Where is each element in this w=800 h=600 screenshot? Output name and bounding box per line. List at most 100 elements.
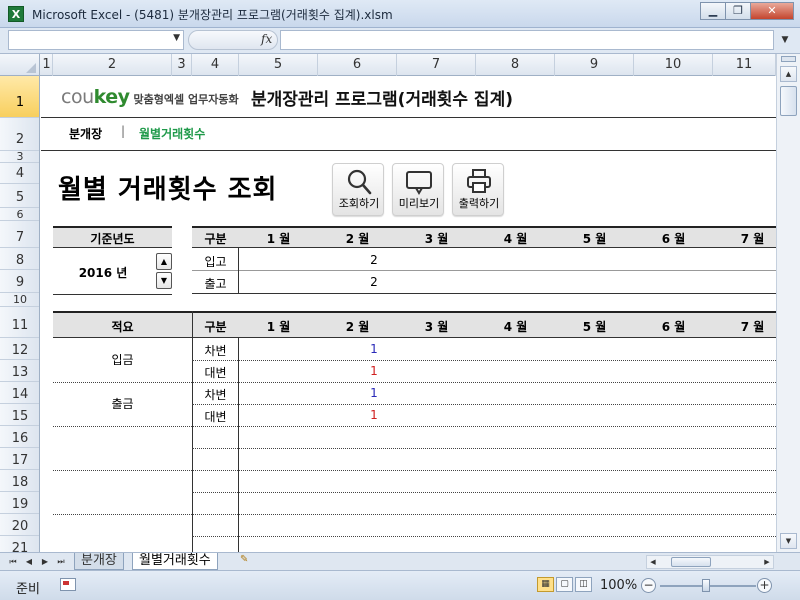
zoom-in-icon[interactable]: + bbox=[757, 578, 772, 593]
formula-buttons: fx bbox=[188, 30, 278, 50]
column-header[interactable]: 9 bbox=[555, 54, 634, 76]
row-header[interactable]: 1 bbox=[0, 76, 39, 118]
row-header[interactable]: 2 bbox=[0, 118, 39, 151]
scroll-thumb[interactable] bbox=[780, 86, 797, 116]
minimize-icon[interactable]: ▁ bbox=[700, 2, 726, 20]
zoom-level[interactable]: 100% bbox=[600, 578, 637, 593]
last-sheet-icon[interactable]: ⏭ bbox=[54, 555, 68, 569]
row-header[interactable]: 17 bbox=[0, 448, 39, 470]
formula-bar: ▼ fx ▼ bbox=[0, 28, 800, 54]
page-title: 월별 거래횟수 조회 bbox=[58, 175, 278, 205]
row-header[interactable]: 9 bbox=[0, 270, 39, 293]
next-sheet-icon[interactable]: ▶ bbox=[38, 555, 52, 569]
row-header[interactable]: 16 bbox=[0, 426, 39, 448]
divider bbox=[192, 448, 776, 449]
row-header[interactable]: 3 bbox=[0, 151, 39, 163]
row-header[interactable]: 19 bbox=[0, 492, 39, 514]
year-up-icon[interactable]: ▲ bbox=[156, 253, 172, 270]
expand-formula-bar-icon[interactable]: ▼ bbox=[778, 32, 792, 48]
page-layout-view-icon[interactable]: ▢ bbox=[556, 577, 573, 592]
row-header[interactable]: 5 bbox=[0, 184, 39, 208]
row-header[interactable]: 7 bbox=[0, 221, 39, 248]
row-header[interactable]: 20 bbox=[0, 514, 39, 536]
sheet-tab-journal[interactable]: 분개장 bbox=[74, 553, 124, 570]
month-header: 5 월 bbox=[582, 320, 607, 334]
column-header[interactable]: 3 bbox=[172, 54, 192, 76]
restore-icon[interactable]: ❐ bbox=[725, 2, 751, 20]
horizontal-scrollbar[interactable]: ◀ ▶ bbox=[646, 555, 774, 569]
column-header[interactable]: 4 bbox=[192, 54, 239, 76]
sheet-tab-bar: ⏮ ◀ ▶ ⏭ 분개장 월별거래횟수 ✎ ◀ ▶ bbox=[0, 552, 800, 570]
column-header[interactable]: 5 bbox=[239, 54, 318, 76]
table2-summary: 출금 bbox=[111, 397, 134, 411]
nav-journal-link[interactable]: 분개장 bbox=[69, 125, 102, 142]
row-header[interactable]: 10 bbox=[0, 293, 39, 307]
name-box[interactable]: ▼ bbox=[8, 30, 184, 50]
table2-cell[interactable]: 1 bbox=[318, 342, 430, 356]
divider bbox=[238, 248, 239, 293]
row-header[interactable]: 11 bbox=[0, 307, 39, 338]
normal-view-icon[interactable]: ▦ bbox=[537, 577, 554, 592]
column-header[interactable]: 8 bbox=[476, 54, 555, 76]
table2-cell[interactable]: 1 bbox=[318, 408, 430, 422]
table2-row-label: 차변 bbox=[204, 388, 227, 402]
formula-input[interactable] bbox=[280, 30, 774, 50]
scroll-left-icon[interactable]: ◀ bbox=[647, 556, 659, 568]
search-icon bbox=[333, 168, 385, 196]
row-header[interactable]: 6 bbox=[0, 208, 39, 221]
page-break-view-icon[interactable]: ◫ bbox=[575, 577, 592, 592]
row-header[interactable]: 18 bbox=[0, 470, 39, 492]
table2-col-label: 구분 bbox=[204, 320, 227, 334]
row-header[interactable]: 15 bbox=[0, 404, 39, 426]
table2-cell[interactable]: 1 bbox=[318, 386, 430, 400]
zoom-out-icon[interactable]: − bbox=[641, 578, 656, 593]
table1-cell[interactable]: 2 bbox=[318, 275, 430, 289]
table1-cell[interactable]: 2 bbox=[318, 253, 430, 267]
divider bbox=[53, 514, 776, 515]
close-icon[interactable]: ✕ bbox=[750, 2, 794, 20]
row-header[interactable]: 14 bbox=[0, 382, 39, 404]
scroll-down-icon[interactable]: ▼ bbox=[780, 533, 797, 549]
program-title: 분개장관리 프로그램(거래횟수 집계) bbox=[251, 90, 513, 110]
prev-sheet-icon[interactable]: ◀ bbox=[22, 555, 36, 569]
table2-summary: 입금 bbox=[111, 353, 134, 367]
horizontal-scroll-thumb[interactable] bbox=[671, 557, 711, 567]
preview-button[interactable]: 미리보기 bbox=[392, 163, 444, 216]
vertical-scrollbar[interactable]: ▲ ▼ bbox=[776, 54, 800, 552]
year-value[interactable]: 2016 년 bbox=[53, 264, 153, 281]
select-all-corner[interactable] bbox=[0, 54, 40, 76]
search-button[interactable]: 조회하기 bbox=[332, 163, 384, 216]
row-header[interactable]: 21 bbox=[0, 536, 39, 552]
column-header[interactable]: 6 bbox=[318, 54, 397, 76]
insert-function-icon[interactable]: fx bbox=[261, 32, 272, 46]
row-header[interactable]: 4 bbox=[0, 163, 39, 184]
year-down-icon[interactable]: ▼ bbox=[156, 272, 172, 289]
nav-monthly-count-link[interactable]: 월별거래횟수 bbox=[139, 125, 205, 142]
column-header[interactable]: 1 bbox=[41, 54, 53, 76]
sheet-tab-monthly[interactable]: 월별거래횟수 bbox=[132, 553, 218, 570]
logo-part2: key bbox=[93, 86, 130, 108]
split-handle[interactable] bbox=[781, 56, 796, 62]
month-header: 3 월 bbox=[424, 232, 449, 246]
print-button[interactable]: 출력하기 bbox=[452, 163, 504, 216]
column-header[interactable]: 11 bbox=[713, 54, 776, 76]
divider bbox=[53, 470, 776, 471]
column-header[interactable]: 10 bbox=[634, 54, 713, 76]
insert-sheet-icon[interactable]: ✎ bbox=[240, 554, 256, 568]
month-header: 6 월 bbox=[661, 320, 686, 334]
divider bbox=[41, 117, 776, 118]
row-header[interactable]: 13 bbox=[0, 360, 39, 382]
row-header[interactable]: 12 bbox=[0, 338, 39, 360]
column-header[interactable]: 2 bbox=[53, 54, 172, 76]
column-header[interactable]: 7 bbox=[397, 54, 476, 76]
excel-app-icon[interactable]: X bbox=[8, 6, 24, 22]
first-sheet-icon[interactable]: ⏮ bbox=[6, 555, 20, 569]
table2-cell[interactable]: 1 bbox=[318, 364, 430, 378]
chevron-down-icon[interactable]: ▼ bbox=[173, 33, 180, 43]
row-header[interactable]: 8 bbox=[0, 248, 39, 270]
macro-record-icon[interactable] bbox=[60, 578, 76, 591]
month-header: 2 월 bbox=[345, 232, 370, 246]
zoom-slider-thumb[interactable] bbox=[702, 579, 710, 592]
scroll-up-icon[interactable]: ▲ bbox=[780, 66, 797, 82]
scroll-right-icon[interactable]: ▶ bbox=[761, 556, 773, 568]
